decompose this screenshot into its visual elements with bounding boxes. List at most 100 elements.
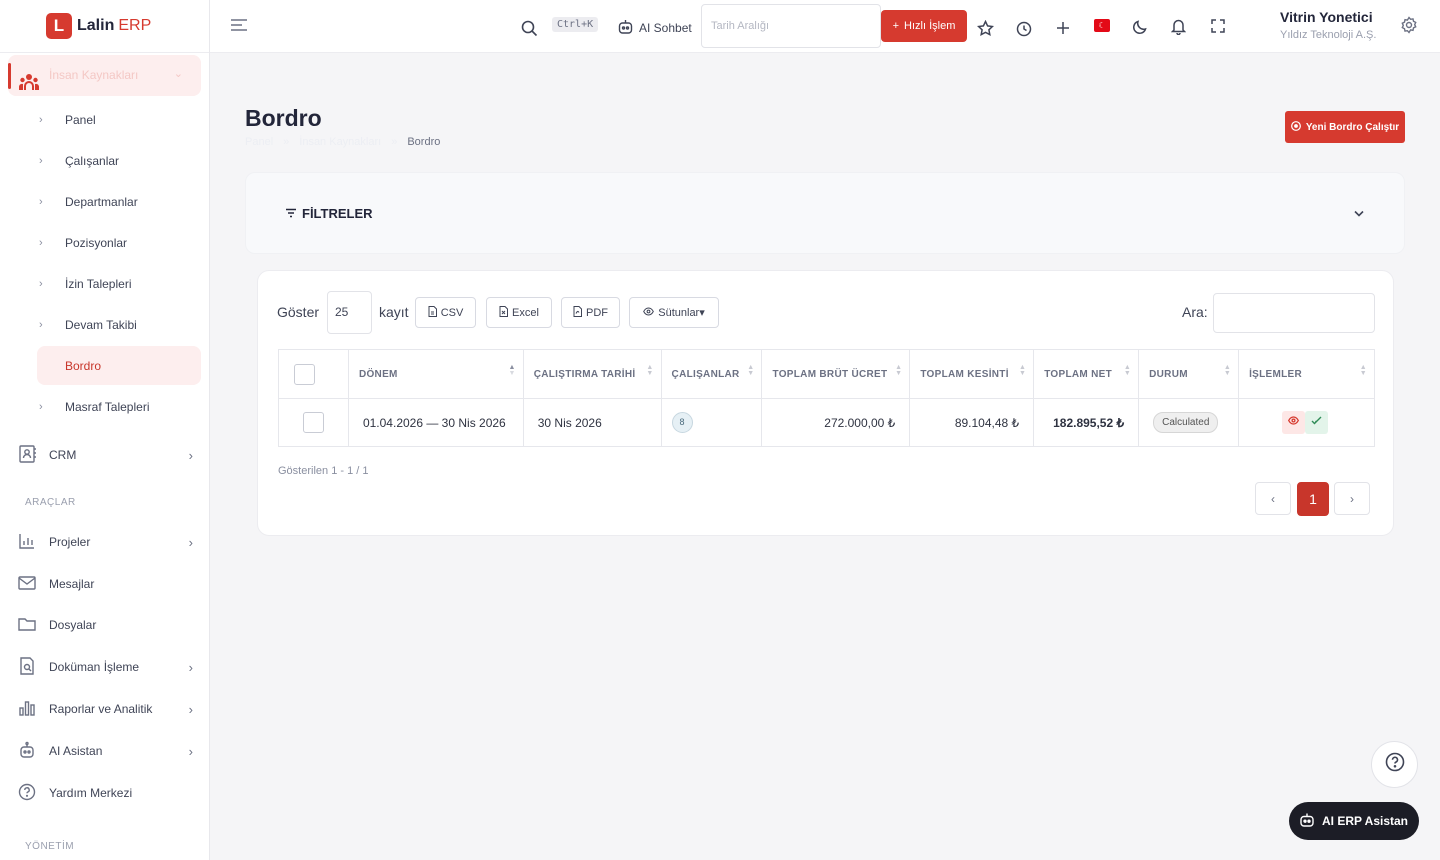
breadcrumb-item[interactable]: İnsan Kaynakları bbox=[299, 136, 381, 148]
chevron-right-icon: › bbox=[39, 195, 43, 208]
export-csv-button[interactable]: CSV bbox=[415, 297, 476, 328]
excel-icon bbox=[499, 305, 509, 320]
ai-chat-button[interactable]: AI Sohbet bbox=[618, 18, 692, 37]
sidebar-item-reports[interactable]: Raporlar ve Analitik › bbox=[18, 694, 193, 724]
menu-toggle-icon[interactable] bbox=[230, 17, 248, 38]
sidebar-item-payroll[interactable]: Bordro bbox=[37, 346, 201, 385]
export-pdf-button[interactable]: PDF bbox=[561, 297, 620, 328]
gear-icon[interactable] bbox=[1400, 16, 1418, 39]
sort-icon: ▲ ▼ bbox=[646, 364, 654, 377]
chevron-right-icon: › bbox=[188, 447, 193, 463]
sidebar-item-leave-requests[interactable]: › İzin Talepleri bbox=[37, 264, 201, 303]
chevron-right-icon: › bbox=[188, 743, 193, 759]
pdf-icon bbox=[573, 305, 582, 320]
quick-action-button[interactable]: + Hızlı İşlem bbox=[881, 10, 967, 42]
columns-toggle-label: Sütunlar▾ bbox=[658, 307, 705, 319]
history-icon[interactable] bbox=[1016, 21, 1032, 42]
sidebar-item-attendance[interactable]: › Devam Takibi bbox=[37, 305, 201, 344]
robot-icon bbox=[18, 741, 49, 762]
help-fab-button[interactable] bbox=[1371, 741, 1418, 788]
sidebar-item-crm[interactable]: CRM › bbox=[18, 440, 193, 470]
section-tools: ARAÇLAR bbox=[25, 497, 76, 508]
column-header-period[interactable]: DÖNEM ▲ ▼ bbox=[347, 349, 524, 399]
sidebar-item-label: Çalışanlar bbox=[65, 153, 120, 168]
sidebar-item-label: Projeler bbox=[49, 535, 91, 549]
table-row[interactable]: 01.04.2026 — 30 Nis 2026 30 Nis 2026 8 2… bbox=[278, 398, 1375, 447]
sidebar-item-help-center[interactable]: Yardım Merkezi bbox=[18, 778, 193, 808]
column-header-status[interactable]: DURUM ▲ ▼ bbox=[1138, 349, 1240, 399]
page-length-select[interactable]: 25 bbox=[327, 291, 372, 334]
breadcrumb-item[interactable]: Panel bbox=[245, 136, 273, 148]
language-flag-icon[interactable]: ☾ bbox=[1094, 19, 1110, 32]
sidebar: L Lalin ERP İnsan Kaynakları ⌄ › Panel › Ç… bbox=[0, 0, 210, 860]
cell-status: Calculated bbox=[1138, 398, 1240, 447]
sidebar-item-ai-assistant[interactable]: AI Asistan › bbox=[18, 736, 193, 766]
table-header-row: DÖNEM ▲ ▼ ÇALIŞTIRMA TARİHİ ▲ ▼ ÇALIŞANLAR ▲ ▼… bbox=[278, 349, 1375, 399]
help-icon bbox=[18, 783, 49, 804]
sidebar-item-positions[interactable]: › Pozisyonlar bbox=[37, 223, 201, 262]
sidebar-item-label: Mesajlar bbox=[49, 577, 95, 591]
star-icon[interactable] bbox=[976, 19, 995, 42]
bell-icon[interactable] bbox=[1170, 18, 1187, 40]
logo[interactable]: L Lalin ERP bbox=[0, 0, 209, 53]
chevron-right-icon: › bbox=[39, 113, 43, 126]
column-header-actions: İŞLEMLER ▲ ▼ bbox=[1238, 349, 1375, 399]
sidebar-item-files[interactable]: Dosyalar bbox=[18, 610, 193, 640]
row-select-cell bbox=[278, 398, 349, 447]
view-eye-icon[interactable] bbox=[1282, 411, 1306, 434]
sidebar-item-label: Panel bbox=[65, 112, 96, 127]
date-range-input[interactable]: Tarih Aralığı bbox=[701, 4, 881, 48]
fullscreen-icon[interactable] bbox=[1211, 19, 1225, 38]
active-indicator bbox=[8, 63, 11, 89]
export-pdf-label: PDF bbox=[586, 306, 608, 319]
nav-group-human-resources[interactable]: İnsan Kaynakları ⌄ bbox=[8, 55, 201, 96]
approve-check-icon[interactable] bbox=[1305, 411, 1329, 434]
chevron-right-icon: › bbox=[188, 534, 193, 550]
sidebar-item-projects[interactable]: Projeler › bbox=[18, 527, 193, 557]
new-payroll-run-label: Yeni Bordro Çalıştır bbox=[1305, 121, 1400, 133]
search-icon[interactable] bbox=[521, 20, 538, 42]
sort-icon: ▲ ▼ bbox=[747, 364, 755, 377]
column-header-run-date[interactable]: ÇALIŞTIRMA TARİHİ ▲ ▼ bbox=[522, 349, 662, 399]
breadcrumb-separator: » bbox=[283, 136, 290, 148]
sidebar-item-employees[interactable]: › Çalışanlar bbox=[37, 141, 201, 180]
sidebar-item-departments[interactable]: › Departmanlar bbox=[37, 182, 201, 221]
sidebar-item-expense-requests[interactable]: › Masraf Talepleri bbox=[37, 387, 201, 426]
new-payroll-run-button[interactable]: Yeni Bordro Çalıştır bbox=[1285, 111, 1405, 143]
user-name[interactable]: Vitrin Yonetici bbox=[1280, 9, 1373, 25]
page-title: Bordro bbox=[245, 105, 322, 131]
user-company: Yıldız Teknoloji A.Ş. bbox=[1280, 29, 1377, 41]
pagination-prev[interactable]: ‹ bbox=[1255, 482, 1291, 515]
ai-erp-assistant-button[interactable]: AI ERP Asistan bbox=[1289, 802, 1419, 840]
sidebar-item-label: Dosyalar bbox=[49, 618, 97, 632]
cell-net: 182.895,52 ₺ bbox=[1033, 398, 1140, 447]
chevron-down-icon: ⌄ bbox=[173, 68, 183, 80]
sidebar-item-document-processing[interactable]: Doküman İşleme › bbox=[18, 652, 193, 682]
plus-icon[interactable] bbox=[1056, 21, 1070, 40]
sidebar-item-label: CRM bbox=[49, 448, 77, 462]
export-excel-button[interactable]: Excel bbox=[486, 297, 552, 328]
column-header-deductions[interactable]: TOPLAM KESİNTİ ▲ ▼ bbox=[909, 349, 1035, 399]
select-all-checkbox[interactable] bbox=[294, 363, 315, 385]
column-header-net[interactable]: TOPLAM NET ▲ ▼ bbox=[1033, 349, 1140, 399]
column-header-gross[interactable]: TOPLAM BRÜT ÜCRET ▲ ▼ bbox=[761, 349, 911, 399]
sidebar-item-label: Devam Takibi bbox=[65, 317, 137, 332]
chevron-right-icon: › bbox=[39, 277, 43, 290]
nav-group-label: İnsan Kaynakları bbox=[49, 68, 139, 82]
column-header-employees[interactable]: ÇALIŞANLAR ▲ ▼ bbox=[660, 349, 763, 399]
sidebar-item-messages[interactable]: Mesajlar bbox=[18, 569, 193, 599]
chevron-down-icon[interactable] bbox=[1354, 206, 1364, 220]
section-admin: YÖNETİM bbox=[25, 841, 75, 852]
filters-panel[interactable]: FİLTRELER bbox=[245, 172, 1405, 254]
pagination-page-1[interactable]: 1 bbox=[1297, 482, 1329, 516]
row-checkbox[interactable] bbox=[303, 412, 324, 433]
pagination-next[interactable]: › bbox=[1334, 482, 1370, 515]
sidebar-item-panel[interactable]: › Panel bbox=[37, 100, 201, 139]
table-search-input[interactable] bbox=[1213, 293, 1375, 333]
moon-icon[interactable] bbox=[1132, 19, 1148, 40]
columns-toggle-button[interactable]: Sütunlar▾ bbox=[629, 297, 719, 328]
sort-icon: ▲ ▼ bbox=[1359, 364, 1367, 377]
people-icon bbox=[18, 73, 40, 96]
chevron-right-icon: › bbox=[39, 236, 43, 249]
sidebar-item-label: Doküman İşleme bbox=[49, 660, 140, 674]
